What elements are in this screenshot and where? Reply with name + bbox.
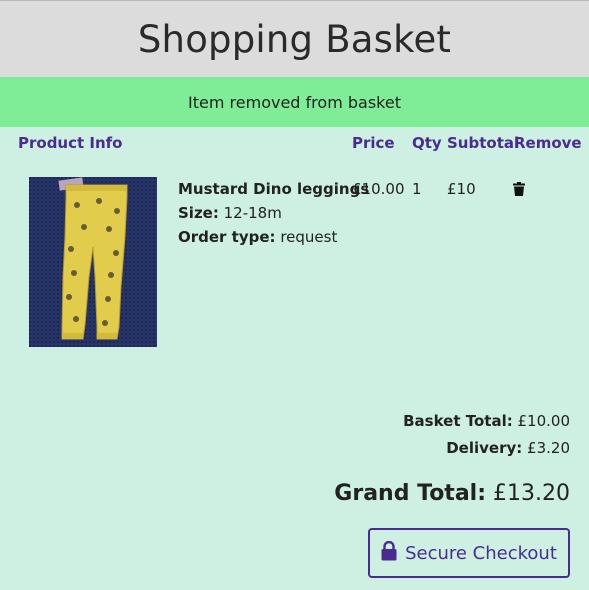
basket-total-label: Basket Total: [403,412,513,430]
alert-banner: Item removed from basket [0,77,589,127]
delivery-value: £3.20 [527,439,570,457]
column-header-qty: Qty [412,134,442,152]
alert-message: Item removed from basket [188,92,401,112]
product-qty: 1 [412,180,422,198]
order-type-label: Order type: [178,228,276,246]
grand-total-label: Grand Total: [334,481,487,506]
basket-total: Basket Total: £10.00 [403,412,570,430]
size-label: Size: [178,204,219,222]
product-name: Mustard Dino leggings [178,180,370,198]
secure-checkout-label: Secure Checkout [405,542,557,564]
column-header-price: Price [352,134,395,152]
order-type-value: request [280,228,338,246]
secure-checkout-button[interactable]: Secure Checkout [368,528,570,578]
column-header-remove: Remove [514,134,582,152]
page-header: Shopping Basket [0,0,589,77]
column-header-product: Product Info [18,134,123,152]
size-value: 12-18m [223,204,282,222]
product-size: Size: 12-18m [178,204,282,222]
grand-total: Grand Total: £13.20 [334,481,570,506]
product-subtotal: £10 [447,180,476,198]
grand-total-value: £13.20 [493,481,570,506]
delivery-total: Delivery: £3.20 [446,439,570,457]
product-order-type: Order type: request [178,228,337,246]
product-image [29,177,157,347]
delivery-label: Delivery: [446,439,523,457]
page-title: Shopping Basket [137,17,452,61]
column-header-subtotal: Subtotal [447,134,520,152]
basket-total-value: £10.00 [517,412,571,430]
trash-icon[interactable] [513,181,525,196]
lock-icon [381,540,397,566]
product-price: £10.00 [352,180,405,198]
